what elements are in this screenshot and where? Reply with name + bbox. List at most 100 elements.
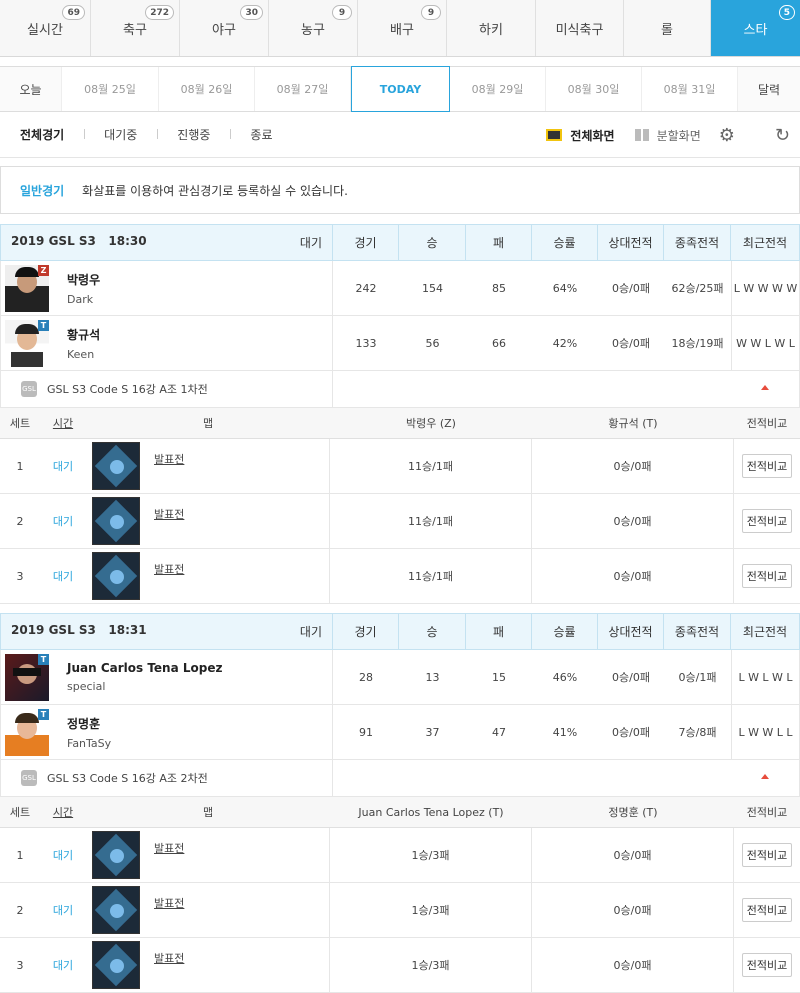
player-name[interactable]: 박령우 [67, 271, 100, 288]
compare-button[interactable]: 전적비교 [741, 454, 793, 478]
set-p1-record: 1승/3패 [330, 938, 532, 992]
match-code: GSL S3 Code S 16강 A조 1차전 [47, 383, 208, 396]
set-col-time[interactable]: 시간 [40, 408, 86, 438]
tab-soccer[interactable]: 축구 272 [91, 0, 180, 56]
tab-baseball[interactable]: 야구 30 [180, 0, 269, 56]
full-screen-button[interactable]: 전체화면 [570, 127, 614, 144]
compare-button[interactable]: 전적비교 [741, 898, 793, 922]
refresh-icon[interactable]: ↻ [775, 125, 790, 146]
player-name[interactable]: Juan Carlos Tena Lopez [67, 661, 222, 675]
set-p1-record: 1승/3패 [330, 883, 532, 937]
set-col-p1: Juan Carlos Tena Lopez (T) [358, 805, 504, 819]
date-today-selected[interactable]: TODAY [351, 66, 450, 112]
filter-all[interactable]: 전체경기 [0, 126, 84, 143]
tab-label: 하키 [479, 22, 503, 38]
gear-icon[interactable]: ⚙ [719, 125, 735, 146]
col-race-record: 종족전적 [663, 614, 730, 649]
tab-volleyball[interactable]: 배구 9 [358, 0, 447, 56]
tab-hockey[interactable]: 하키 [447, 0, 536, 56]
filter-live[interactable]: 진행중 [157, 126, 230, 143]
filter-bar: 전체경기 대기중 진행중 종료 전체화면 분할화면 ⚙ ↻ [0, 112, 800, 158]
split-screen-icon[interactable] [634, 129, 649, 141]
set-num: 1 [16, 848, 24, 862]
col-recent: 최근전적 [730, 225, 799, 260]
avatar: T [5, 653, 49, 701]
map-name[interactable]: 발표전 [154, 506, 184, 522]
stat-h2h: 0승/0패 [612, 671, 650, 684]
set-col-compare: 전적비교 [746, 806, 788, 819]
race-badge: T [38, 319, 49, 331]
date-item[interactable]: 08월 25일 [62, 67, 159, 111]
set-col-time[interactable]: 시간 [40, 797, 86, 827]
match-status: 대기 [299, 236, 322, 250]
tab-live[interactable]: 실시간 69 [0, 0, 91, 56]
filter-waiting[interactable]: 대기중 [84, 126, 157, 143]
stat-rate: 46% [552, 670, 578, 684]
map-name[interactable]: 발표전 [154, 561, 184, 577]
col-rate: 승률 [531, 225, 597, 260]
compare-button[interactable]: 전적비교 [741, 509, 793, 533]
map-name[interactable]: 발표전 [154, 895, 184, 911]
map-name[interactable]: 발표전 [154, 451, 184, 467]
filter-ended[interactable]: 종료 [230, 126, 292, 143]
stat-wins: 13 [425, 670, 440, 684]
player-name[interactable]: 정명훈 [67, 715, 111, 732]
player-row: T Juan Carlos Tena Lopez special 28 13 15… [0, 650, 800, 705]
set-col-compare: 전적비교 [746, 417, 788, 430]
map-name[interactable]: 발표전 [154, 840, 184, 856]
set-num: 3 [16, 958, 24, 972]
player-row: T 황규석 Keen 133 56 66 42% 0승/0패 18승/19패 W … [0, 316, 800, 371]
set-col-p2: 황규석 (T) [608, 417, 658, 430]
player-name[interactable]: 황규석 [67, 326, 100, 343]
map-name[interactable]: 발표전 [154, 950, 184, 966]
split-screen-button[interactable]: 분할화면 [657, 127, 701, 144]
calendar-button[interactable]: 달력 [738, 67, 800, 111]
count-badge: 9 [421, 5, 441, 20]
match-code: GSL S3 Code S 16강 A조 2차전 [47, 772, 208, 785]
notice-text: 화살표를 이용하여 관심경기로 등록하실 수 있습니다. [82, 183, 348, 198]
compare-button[interactable]: 전적비교 [741, 564, 793, 588]
match-title-cell: 2019 GSL S3 18:31 대기 [1, 623, 332, 640]
map-thumbnail [92, 442, 140, 490]
col-games: 경기 [332, 225, 398, 260]
tab-american-football[interactable]: 미식축구 [536, 0, 624, 56]
stat-rate: 42% [552, 336, 578, 350]
date-item[interactable]: 08월 30일 [546, 67, 642, 111]
match-code-row: GSL GSL S3 Code S 16강 A조 1차전 [0, 371, 800, 408]
tab-starcraft[interactable]: 스타 5 [711, 0, 800, 56]
set-col-p1: 박령우 (Z) [406, 417, 456, 430]
set-col-p2: 정명훈 (T) [608, 806, 658, 819]
collapse-arrow-icon[interactable] [761, 774, 769, 779]
set-time: 대기 [52, 460, 74, 473]
set-p1-record: 11승/1패 [330, 494, 532, 548]
set-p2-record: 0승/0패 [532, 439, 734, 493]
collapse-arrow-icon[interactable] [761, 385, 769, 390]
col-wins: 승 [398, 225, 465, 260]
col-race-record: 종족전적 [663, 225, 730, 260]
tab-label: 축구 [123, 22, 147, 38]
notice-title: 일반경기 [20, 183, 65, 198]
avatar: Z [5, 264, 49, 312]
match-status: 대기 [299, 625, 322, 639]
compare-button[interactable]: 전적비교 [741, 953, 793, 977]
tab-lol[interactable]: 롤 [624, 0, 711, 56]
set-col-map: 맵 [202, 417, 214, 430]
avatar: T [5, 708, 49, 756]
stat-race-record: 18승/19패 [671, 337, 724, 350]
date-item[interactable]: 08월 31일 [642, 67, 738, 111]
date-item[interactable]: 08월 26일 [159, 67, 255, 111]
match-header: 2019 GSL S3 18:30 대기 경기 승 패 승률 상대전적 종족전적 … [0, 224, 800, 261]
date-bar: 오늘 08월 25일 08월 26일 08월 27일 TODAY 08월 29일… [0, 66, 800, 112]
date-item[interactable]: 08월 29일 [450, 67, 546, 111]
stat-games: 242 [355, 281, 377, 295]
tab-basketball[interactable]: 농구 9 [269, 0, 358, 56]
date-today-link[interactable]: 오늘 [0, 67, 62, 111]
stat-recent: L W W L L [731, 705, 799, 759]
stat-losses: 66 [492, 336, 506, 350]
full-screen-icon[interactable] [546, 129, 563, 141]
date-item[interactable]: 08월 27일 [255, 67, 351, 111]
stat-losses: 15 [492, 670, 506, 684]
set-p1-record: 11승/1패 [330, 549, 532, 603]
compare-button[interactable]: 전적비교 [741, 843, 793, 867]
stat-wins: 37 [425, 725, 440, 739]
